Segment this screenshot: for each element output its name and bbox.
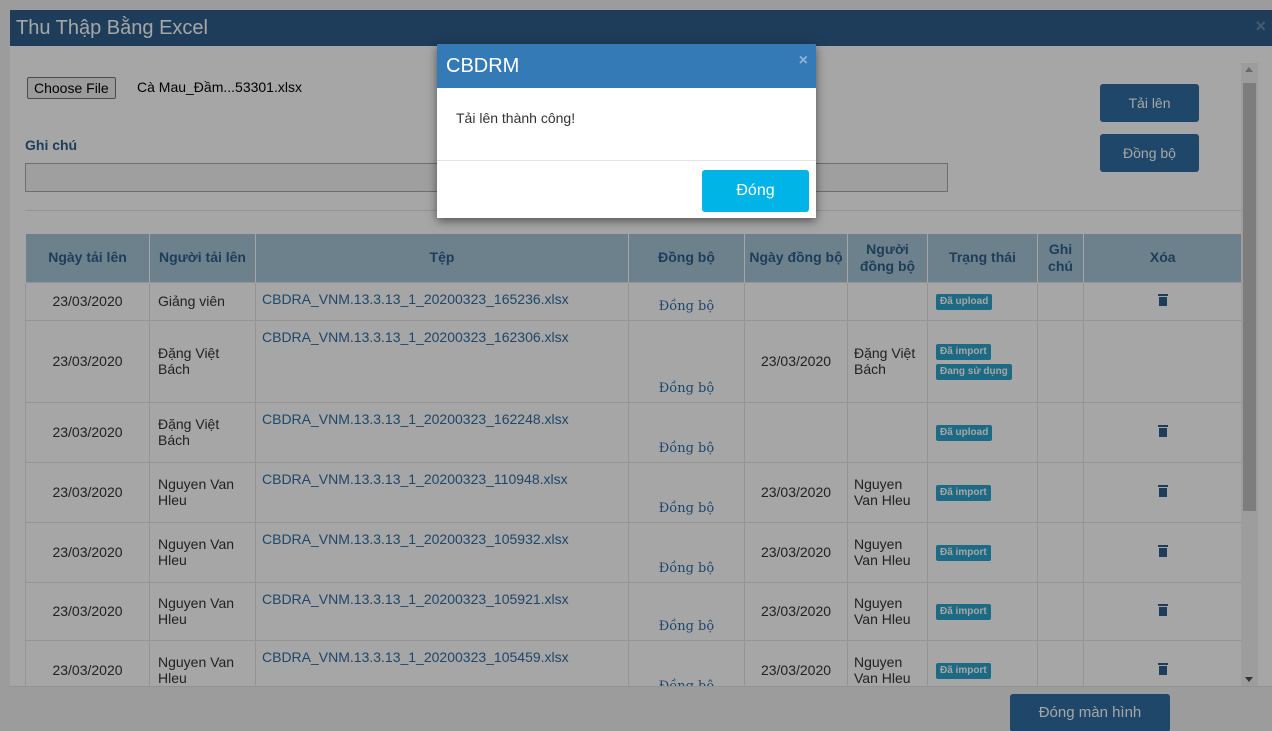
dialog-close-icon[interactable]: ×: [799, 52, 808, 70]
dialog-ok-button[interactable]: Đóng: [702, 170, 809, 212]
dialog-message: Tải lên thành công!: [437, 88, 816, 161]
success-dialog: CBDRM × Tải lên thành công! Đóng: [437, 44, 816, 218]
dialog-header: CBDRM ×: [437, 44, 816, 88]
dialog-title: CBDRM: [446, 55, 520, 77]
